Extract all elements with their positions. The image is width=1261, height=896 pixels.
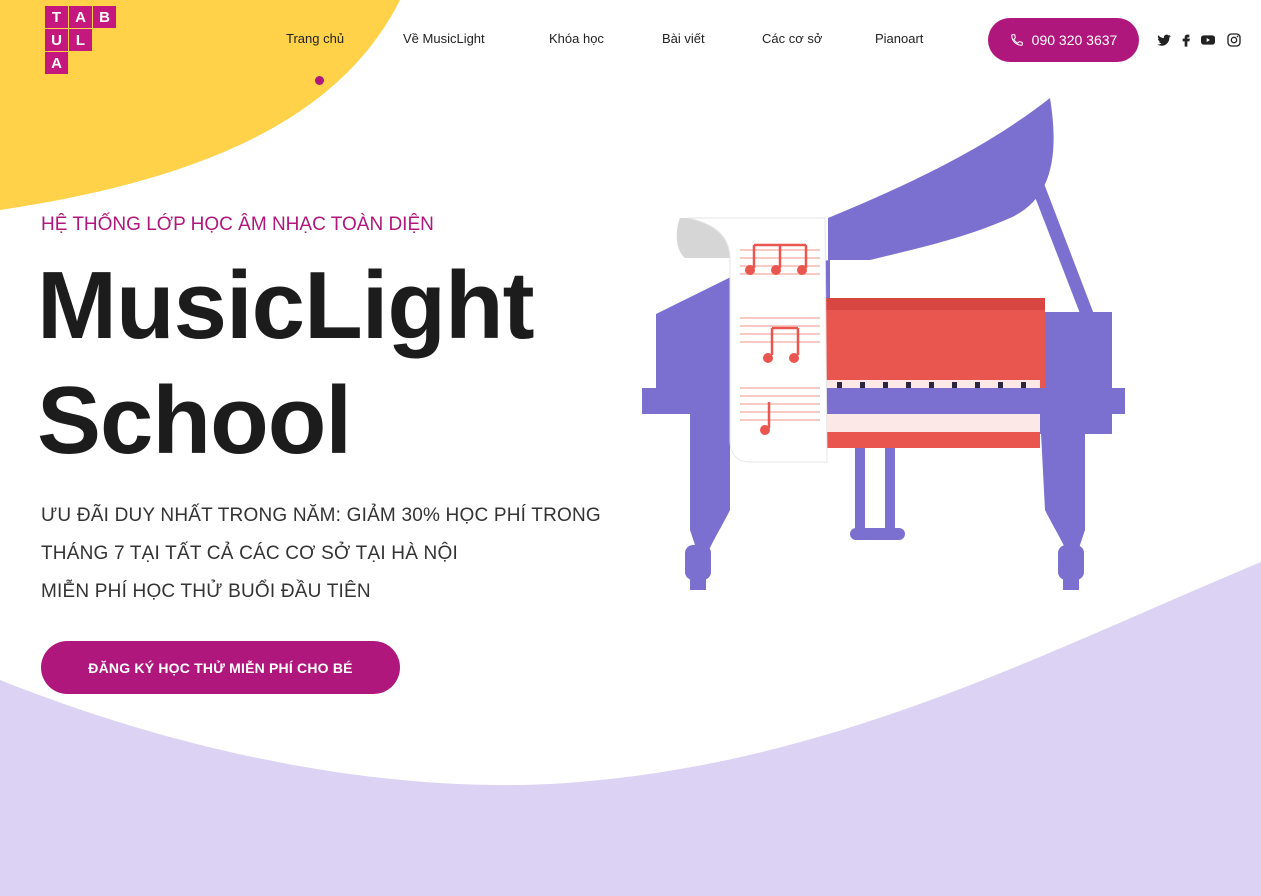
youtube-icon[interactable] — [1200, 32, 1216, 48]
phone-button[interactable]: 090 320 3637 — [988, 18, 1139, 62]
hero-title-line1: MusicLight — [37, 252, 535, 359]
instagram-icon[interactable] — [1226, 32, 1242, 48]
main-nav: Trang chủ Về MusicLight Khóa học Bài viế… — [0, 0, 1261, 85]
lavender-wave — [0, 562, 1261, 896]
hero-eyebrow: HỆ THỐNG LỚP HỌC ÂM NHẠC TOÀN DIỆN — [41, 214, 434, 235]
nav-item-locations[interactable]: Các cơ sở — [762, 31, 822, 46]
nav-item-articles[interactable]: Bài viết — [662, 31, 705, 46]
free-trial-signup-button[interactable]: ĐĂNG KÝ HỌC THỬ MIỄN PHÍ CHO BÉ — [41, 641, 400, 694]
nav-item-about[interactable]: Về MusicLight — [403, 31, 485, 46]
facebook-icon[interactable] — [1178, 32, 1194, 48]
hero-description-line: ƯU ĐÃI DUY NHẤT TRONG NĂM: GIẢM 30% HỌC … — [41, 505, 601, 526]
nav-item-pianoart[interactable]: Pianoart — [875, 31, 923, 46]
nav-item-courses[interactable]: Khóa học — [549, 31, 604, 46]
active-nav-indicator — [315, 76, 324, 85]
hero-description-line: THÁNG 7 TẠI TẤT CẢ CÁC CƠ SỞ TẠI HÀ NỘI — [41, 543, 458, 564]
twitter-icon[interactable] — [1156, 32, 1172, 48]
hero-title-line2: School — [37, 367, 352, 474]
nav-item-home[interactable]: Trang chủ — [286, 31, 344, 46]
phone-icon — [1010, 34, 1023, 46]
hero-description-line: MIỄN PHÍ HỌC THỬ BUỔI ĐẦU TIÊN — [41, 581, 371, 602]
piano-illustration — [642, 98, 1125, 590]
phone-number: 090 320 3637 — [1031, 32, 1118, 48]
